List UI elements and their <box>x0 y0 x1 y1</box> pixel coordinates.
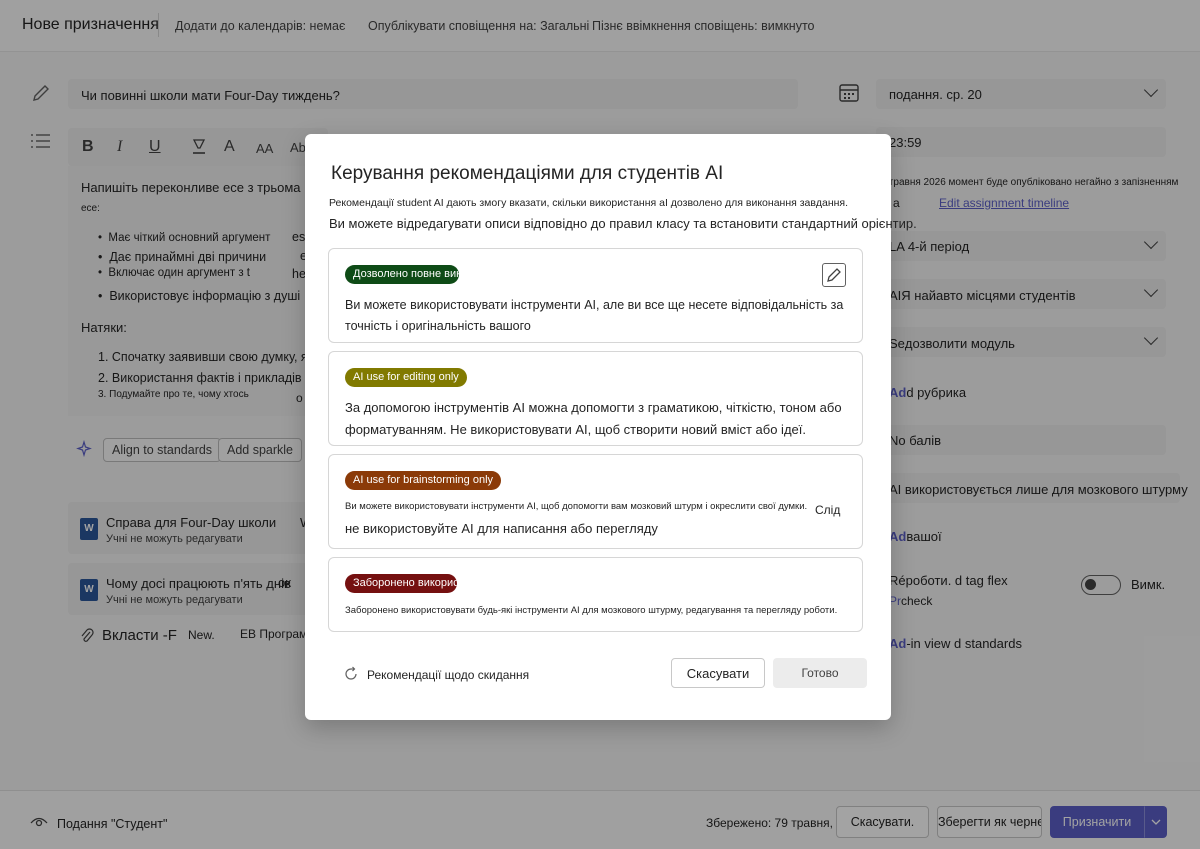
guidance-description: Ви можете використовувати інструменти AI… <box>345 298 844 333</box>
dialog-done-button[interactable]: Готово <box>773 658 867 688</box>
guidance-description: Ви можете використовувати інструменти AI… <box>345 501 808 512</box>
dialog-description-2: Ви можете відредагувати описи відповідно… <box>329 216 917 231</box>
reset-guidance-button[interactable]: Рекомендації щодо скидання <box>367 668 529 682</box>
guidance-label: Дозволено повне використання <box>345 265 459 284</box>
guidance-description-tail: Слід <box>815 503 841 517</box>
guidance-label: AI use for brainstorming only <box>345 471 502 490</box>
edit-button[interactable] <box>822 263 846 287</box>
guidance-description: За допомогою інструментів AI можна допом… <box>345 400 842 437</box>
guidance-description: Заборонено використовувати будь-які інст… <box>345 605 838 616</box>
pencil-icon <box>827 268 841 282</box>
guidance-label: AI use for editing only <box>345 368 467 387</box>
dialog-cancel-button[interactable]: Скасувати <box>671 658 765 688</box>
guidance-card-prohibited[interactable]: Заборонено використання Заборонено викор… <box>328 557 863 632</box>
reset-icon <box>343 666 359 682</box>
guidance-card-editing[interactable]: AI use for editing only За допомогою інс… <box>328 351 863 446</box>
guidance-description-2: не використовуйте AI для написання або п… <box>345 521 658 536</box>
guidance-card-brainstorming[interactable]: AI use for brainstorming only Ви можете … <box>328 454 863 549</box>
guidance-card-full[interactable]: Дозволено повне використання Ви можете в… <box>328 248 863 343</box>
guidance-label: Заборонено використання <box>345 574 457 593</box>
dialog-title: Керування рекомендаціями для студентів A… <box>331 163 724 184</box>
dialog-description: Рекомендації student AI дають змогу вказ… <box>329 197 849 209</box>
ai-guidance-dialog: Керування рекомендаціями для студентів A… <box>305 134 917 720</box>
